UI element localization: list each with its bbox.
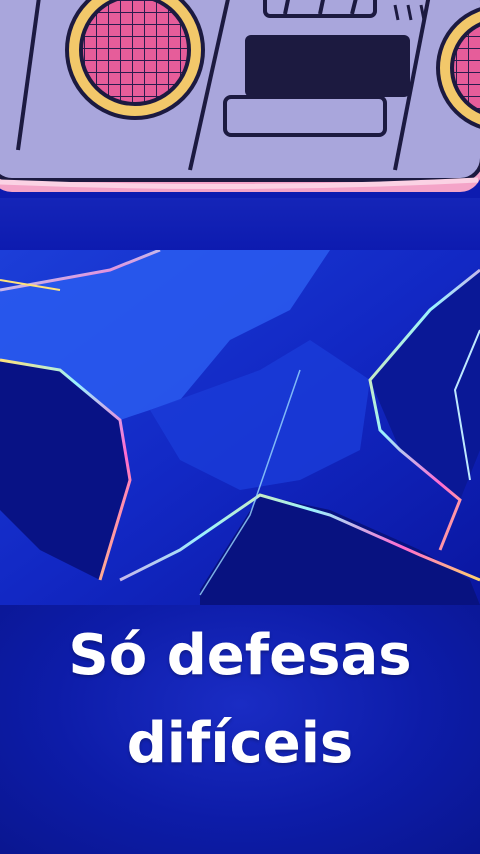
video-frame[interactable]: Só defesas difíceis xyxy=(0,0,480,854)
boombox-icon xyxy=(0,0,480,200)
caption-line-1: Só defesas xyxy=(68,623,412,688)
neon-stars-icon xyxy=(0,250,480,605)
caption-line-2: difíceis xyxy=(126,711,354,776)
video-caption: Só defesas difíceis xyxy=(0,612,480,788)
transition-band xyxy=(0,198,480,250)
